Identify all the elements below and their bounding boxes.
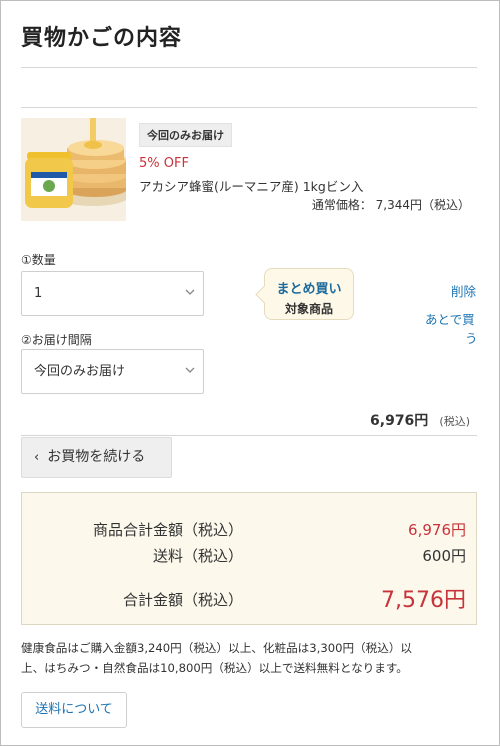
delivery-interval-select[interactable]: 今回のみお届け xyxy=(21,349,204,394)
grand-total-value: 7,576円 xyxy=(381,588,466,613)
bulk-tag-line2: 対象商品 xyxy=(284,302,333,316)
quantity-value: 1 xyxy=(34,286,43,301)
quantity-label: ①数量 xyxy=(21,253,56,267)
quantity-select[interactable]: 1 xyxy=(21,271,204,316)
shipping-note-line1: 健康食品はご購入金額3,240円（税込）以上、化粧品は3,300円（税込）以 xyxy=(21,641,413,655)
shipping-fee-label: 送料（税込） xyxy=(152,547,243,565)
product-total-label: 商品合計金額（税込） xyxy=(92,521,243,539)
shipping-fee-value: 600円 xyxy=(422,547,466,565)
chevron-down-icon xyxy=(185,367,195,373)
continue-shopping-button[interactable]: ‹ お買物を続ける xyxy=(21,437,172,478)
regular-price: 通常価格： 7,344円（税込） xyxy=(311,198,470,212)
order-summary: 商品合計金額（税込） 6,976円 送料（税込） 600円 合計金額（税込） 7… xyxy=(21,492,477,625)
buy-later-line2: う xyxy=(465,331,478,346)
chevron-down-icon xyxy=(185,289,195,295)
item-subtotal: 6,976円 (税込) xyxy=(370,410,470,430)
delivery-interval-label: ②お届け間隔 xyxy=(21,333,92,347)
chevron-left-icon: ‹ xyxy=(34,450,40,465)
shipping-note-line2: 上、はちみつ・自然食品は10,800円（税込）以上で送料無料となります。 xyxy=(21,661,408,675)
subtotal-tax: (税込) xyxy=(439,415,470,428)
shipping-note: 健康食品はご購入金額3,240円（税込）以上、化粧品は3,300円（税込）以 上… xyxy=(21,638,481,678)
bulk-tag-line1: まとめ買い xyxy=(276,282,342,297)
grand-total-label: 合計金額（税込） xyxy=(122,591,243,609)
divider xyxy=(21,435,477,436)
buy-later-link[interactable]: あとで買 う xyxy=(425,310,480,348)
continue-shopping-label: お買物を続ける xyxy=(47,449,146,465)
discount-label: 5% OFF xyxy=(139,156,189,171)
page-title: 買物かごの内容 xyxy=(21,26,183,51)
product-name[interactable]: アカシア蜂蜜(ルーマニア産) 1kgビン入 xyxy=(139,176,363,195)
subtotal-amount: 6,976円 xyxy=(370,413,429,429)
delivery-type-badge: 今回のみお届け xyxy=(139,123,232,147)
divider xyxy=(21,67,477,68)
delivery-interval-value: 今回のみお届け xyxy=(34,364,126,379)
bulk-purchase-tag: まとめ買い 対象商品 xyxy=(264,268,354,320)
delete-link[interactable]: 削除 xyxy=(451,281,476,300)
product-image[interactable] xyxy=(21,118,126,221)
product-total-value: 6,976円 xyxy=(408,521,466,539)
divider xyxy=(21,107,477,108)
buy-later-line1: あとで買 xyxy=(425,312,475,327)
shipping-info-button[interactable]: 送料について xyxy=(21,692,127,728)
